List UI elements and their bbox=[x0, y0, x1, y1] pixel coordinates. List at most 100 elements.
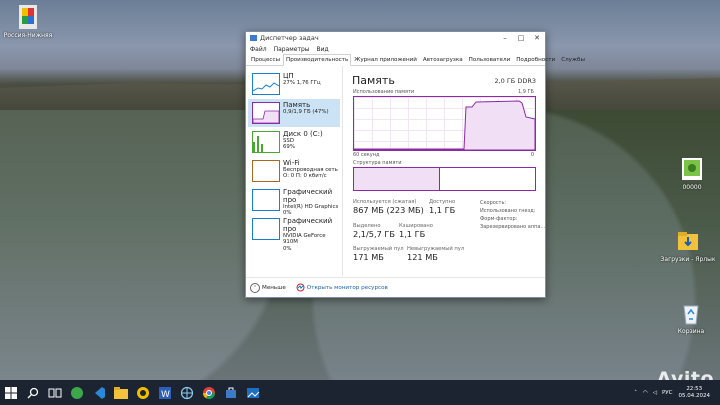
stat-value: 121 МБ bbox=[407, 252, 438, 262]
menu-bar: Файл Параметры Вид bbox=[246, 44, 545, 54]
desktop-icon-recycle[interactable]: Корзина bbox=[663, 300, 719, 335]
resource-detail: 0% bbox=[283, 245, 292, 252]
recycle-bin-icon bbox=[678, 300, 704, 326]
system-tray: ˄ ◠ ◁ РУС 22:53 05.04.2024 bbox=[634, 380, 720, 405]
task-manager-icon bbox=[250, 35, 257, 41]
svg-text:W: W bbox=[161, 390, 170, 400]
resource-title: Диск 0 (C:) bbox=[283, 130, 323, 138]
resource-title: Wi-Fi bbox=[283, 159, 300, 167]
desktop-icon-label: Россия-Нижняя bbox=[3, 32, 53, 39]
resource-item-disk[interactable]: Диск 0 (C:) SSD 69% bbox=[248, 128, 340, 156]
stat-value: 1,1 ГБ bbox=[399, 229, 426, 239]
desktop-icon-downloads[interactable]: Загрузки - Ярлык bbox=[660, 228, 716, 263]
desktop-icon-image[interactable]: 00000 bbox=[664, 156, 720, 191]
title-bar[interactable]: Диспетчер задач – □ ✕ bbox=[246, 32, 545, 44]
yellow-app-icon[interactable] bbox=[132, 382, 153, 403]
time-label: 60 секунд bbox=[353, 152, 380, 158]
memory-usage-graph bbox=[353, 96, 536, 151]
search-icon[interactable] bbox=[22, 382, 43, 403]
app-tile-icon bbox=[15, 4, 41, 30]
desktop-icon-label: Корзина bbox=[677, 328, 705, 335]
clock[interactable]: 22:53 05.04.2024 bbox=[679, 386, 711, 400]
resource-title: ЦП bbox=[283, 72, 294, 80]
resource-item-gpu0[interactable]: Графический про Intel(R) HD Graphics 0% bbox=[248, 186, 340, 216]
stat-cached: Кэшировано 1,1 ГБ bbox=[399, 223, 433, 239]
stat-available: Доступно 1,1 ГБ bbox=[429, 199, 455, 215]
zero-label: 0 bbox=[530, 152, 534, 158]
window-title: Диспетчер задач bbox=[260, 34, 319, 42]
usage-max-label: 1,9 ГБ bbox=[517, 89, 534, 95]
tab-startup[interactable]: Автозагрузка bbox=[420, 54, 466, 65]
stat-value: 171 МБ bbox=[353, 252, 384, 262]
task-manager-window: Диспетчер задач – □ ✕ Файл Параметры Вид… bbox=[245, 31, 585, 298]
word-icon[interactable]: W bbox=[154, 382, 175, 403]
gpu0-thumbnail bbox=[252, 189, 280, 211]
menu-view[interactable]: Вид bbox=[317, 46, 329, 53]
app-green-icon[interactable] bbox=[66, 382, 87, 403]
disk-thumbnail bbox=[252, 131, 280, 153]
store-icon[interactable] bbox=[220, 382, 241, 403]
clock-date: 05.04.2024 bbox=[678, 392, 711, 399]
resource-detail: NVIDIA GeForce 910M bbox=[283, 233, 326, 246]
clock-time: 22:53 bbox=[686, 385, 703, 392]
language-indicator[interactable]: РУС bbox=[662, 390, 673, 396]
minimize-button[interactable]: – bbox=[497, 34, 513, 42]
memory-capacity: 2,0 ГБ DDR3 bbox=[494, 77, 536, 85]
stat-nonpaged-pool: Невыгружаемый пул 121 МБ bbox=[407, 246, 464, 262]
chevron-up-icon: ⌃ bbox=[250, 282, 260, 293]
fewer-details-label: Меньше bbox=[262, 284, 286, 291]
stat-value: 1,1 ГБ bbox=[429, 205, 456, 215]
vscode-icon[interactable] bbox=[88, 382, 109, 403]
info-slots: Использовано гнезд: bbox=[480, 208, 536, 214]
desktop-icon-russia[interactable]: Россия-Нижняя bbox=[0, 4, 56, 39]
resource-title: Графический про bbox=[283, 188, 333, 204]
tab-services[interactable]: Службы bbox=[558, 54, 588, 65]
maximize-button[interactable]: □ bbox=[513, 34, 529, 42]
tab-details[interactable]: Подробности bbox=[513, 54, 558, 65]
resource-detail: 69% bbox=[283, 144, 295, 151]
usage-label: Использование памяти bbox=[353, 89, 415, 95]
resource-item-gpu1[interactable]: Графический про NVIDIA GeForce 910M 0% bbox=[248, 215, 340, 252]
wifi-icon[interactable]: ◠ bbox=[643, 390, 648, 396]
network-icon[interactable] bbox=[176, 382, 197, 403]
stat-value: 2,1/5,7 ГБ bbox=[353, 229, 396, 239]
resource-monitor-icon bbox=[296, 283, 305, 292]
close-button[interactable]: ✕ bbox=[529, 34, 545, 42]
resource-monitor-label: Открыть монитор ресурсов bbox=[306, 284, 388, 291]
resource-item-cpu[interactable]: ЦП 27% 1,76 ГГц bbox=[248, 70, 340, 98]
tab-app-history[interactable]: Журнал приложений bbox=[351, 54, 420, 65]
folder-download-icon bbox=[675, 228, 701, 254]
info-speed: Скорость: bbox=[480, 200, 507, 206]
tab-users[interactable]: Пользователи bbox=[466, 54, 514, 65]
chevron-up-icon[interactable]: ˄ bbox=[634, 390, 637, 396]
stat-in-use: Используется (сжатая) 867 МБ (223 МБ) bbox=[353, 199, 424, 215]
open-resource-monitor-link[interactable]: Открыть монитор ресурсов bbox=[296, 283, 388, 292]
resource-item-memory[interactable]: Память 0,9/1,9 ГБ (47%) bbox=[248, 99, 340, 127]
resource-detail: 0,9/1,9 ГБ (47%) bbox=[283, 109, 329, 115]
start-icon[interactable] bbox=[0, 382, 21, 403]
cpu-thumbnail bbox=[252, 73, 280, 95]
gpu1-thumbnail bbox=[252, 218, 280, 240]
volume-icon[interactable]: ◁ bbox=[653, 390, 657, 396]
footer-bar: ⌃ Меньше Открыть монитор ресурсов bbox=[246, 277, 545, 297]
info-form-factor: Форм-фактор: bbox=[480, 216, 518, 222]
tab-processes[interactable]: Процессы bbox=[248, 54, 283, 65]
info-reserved: Зарезервировано аппа... bbox=[480, 224, 546, 230]
performance-panel: ЦП 27% 1,76 ГГц Память 0,9/1,9 ГБ (47%) Ди… bbox=[246, 66, 545, 276]
stat-value: 867 МБ (223 МБ) bbox=[353, 205, 424, 215]
resource-detail: 27% 1,76 ГГц bbox=[283, 80, 321, 86]
tab-bar: Процессы Производительность Журнал прило… bbox=[246, 54, 585, 66]
photos-icon[interactable] bbox=[242, 382, 263, 403]
chrome-icon[interactable] bbox=[198, 382, 219, 403]
tab-performance[interactable]: Производительность bbox=[283, 54, 352, 66]
fewer-details-button[interactable]: ⌃ Меньше bbox=[250, 282, 286, 293]
memory-info: Скорость: Использовано гнезд: Форм-факто… bbox=[480, 199, 545, 231]
menu-options[interactable]: Параметры bbox=[274, 46, 310, 53]
memory-thumbnail bbox=[252, 102, 280, 124]
menu-file[interactable]: Файл bbox=[250, 46, 267, 53]
resource-item-wifi[interactable]: Wi-Fi Беспроводная сеть О: 0 П: 0 кбит/с bbox=[248, 157, 340, 185]
memory-composition-bar bbox=[353, 167, 536, 191]
folder-icon[interactable] bbox=[110, 382, 131, 403]
memory-in-use-segment bbox=[354, 168, 441, 190]
task-view-icon[interactable] bbox=[44, 382, 65, 403]
